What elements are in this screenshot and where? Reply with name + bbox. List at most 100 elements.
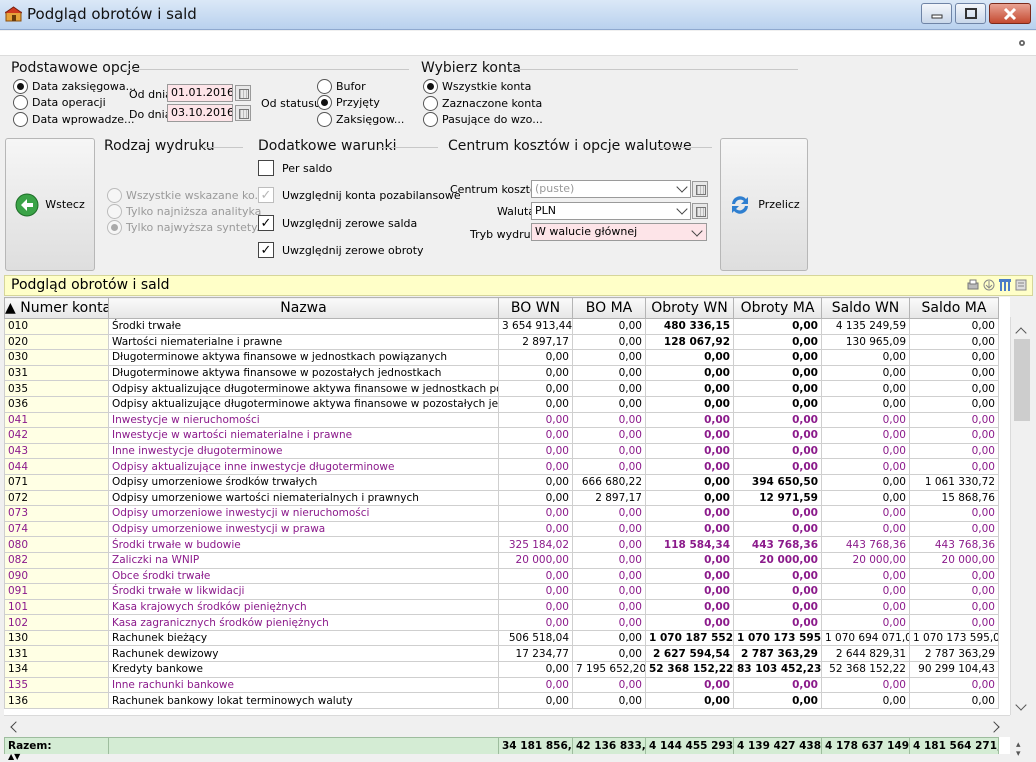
table-row[interactable]: 010 Środki trwałe 3 654 913,44 0,00 480 336,…: [4, 318, 999, 335]
print-all-radio[interactable]: Wszystkie wskazane ko...: [107, 188, 265, 203]
table-row[interactable]: 131 Rachunek dewizowy 17 234,77 0,00 2 627 5…: [4, 645, 999, 663]
table-row[interactable]: 030 Długoterminowe aktywa finansowe w jed…: [4, 349, 999, 366]
accounts-all-radio[interactable]: Wszystkie konta: [423, 79, 531, 94]
table-row[interactable]: 041 Inwestycje w nieruchomości 0,00 0,00 0,0…: [4, 411, 999, 429]
table-row[interactable]: 072 Odpisy umorzeniowe wartości niemateri…: [4, 489, 999, 507]
currency-picker-icon[interactable]: [692, 203, 708, 219]
table-row[interactable]: 090 Obce środki trwałe 0,00 0,00 0,00 0,00 0,0…: [4, 567, 999, 585]
table-row[interactable]: 031 Długoterminowe aktywa finansowe w poz…: [4, 364, 999, 382]
table-row[interactable]: 135 Inne rachunki bankowe 0,00 0,00 0,00 0,00…: [4, 676, 999, 694]
radio-dot: [13, 79, 28, 94]
table-row[interactable]: 102 Kasa zagranicznych środków pieniężnyc…: [4, 614, 999, 631]
scroll-left-icon[interactable]: [10, 721, 22, 733]
column-header-turnover-ma[interactable]: Obroty MA: [733, 297, 822, 319]
turnover-ma-cell: 0,00: [733, 395, 822, 413]
print-lowest-radio[interactable]: Tylko najniższa analityka: [107, 204, 261, 219]
table-row[interactable]: 074 Odpisy umorzeniowe inwestycji w prawa…: [4, 520, 999, 538]
print-mode-select[interactable]: W walucie głównej: [531, 223, 707, 241]
table-row[interactable]: 036 Odpisy aktualizujące długoterminowe a…: [4, 395, 999, 413]
cost-center-picker-icon[interactable]: [692, 181, 708, 197]
table-row[interactable]: 080 Środki trwałe w budowie 325 184,02 0,00…: [4, 536, 999, 553]
bo-ma-cell: 0,00: [572, 551, 646, 569]
date-type-operation-radio[interactable]: Data operacji: [13, 95, 106, 110]
table-row[interactable]: 035 Odpisy aktualizujące długoterminowe a…: [4, 380, 999, 397]
account-name-cell: Wartości niematerialne i prawne: [108, 333, 499, 351]
accounts-pattern-radio[interactable]: Pasujące do wzo...: [423, 112, 543, 127]
radio-dot: [317, 95, 332, 110]
status-posted-radio[interactable]: Zaksięgow...: [317, 112, 404, 127]
table-row[interactable]: 020 Wartości niematerialne i prawne 2 897,…: [4, 333, 999, 351]
table-row[interactable]: 044 Odpisy aktualizujące inne inwestycje …: [4, 458, 999, 475]
cost-center-select[interactable]: (puste): [531, 180, 691, 198]
scroll-right-icon[interactable]: [988, 721, 1000, 733]
scroll-down-icon[interactable]: [1015, 699, 1027, 711]
print-icon[interactable]: [966, 278, 980, 292]
zero-turnover-checkbox[interactable]: ✓ Uwzględnij zerowe obroty: [258, 242, 424, 258]
chevron-down-icon[interactable]: [690, 224, 706, 240]
bo-ma-cell: 0,00: [572, 364, 646, 382]
table-row[interactable]: 101 Kasa krajowych środków pieniężnych 0,0…: [4, 598, 999, 616]
table-row[interactable]: 042 Inwestycje w wartości niematerialne i…: [4, 427, 999, 444]
close-button[interactable]: [989, 3, 1031, 24]
settings-icon[interactable]: [1016, 38, 1028, 48]
account-name-cell: Długoterminowe aktywa finansowe w jednos…: [108, 349, 499, 366]
column-header-bo-wn[interactable]: BO WN: [498, 297, 573, 319]
minimize-button[interactable]: [921, 3, 952, 24]
column-header-bo-ma[interactable]: BO MA: [572, 297, 646, 319]
account-number-cell: 041: [4, 411, 109, 429]
column-header-account[interactable]: ▲ Numer konta: [4, 297, 109, 319]
scroll-up-icon[interactable]: [1015, 327, 1027, 339]
maximize-button[interactable]: [955, 3, 986, 24]
bo-wn-cell: 506 518,04: [498, 629, 573, 647]
off-balance-checkbox[interactable]: ✓ Uwzględnij konta pozabilansowe: [258, 187, 461, 203]
totals-turnover-ma: 4 139 427 438,56: [733, 737, 822, 754]
table-row[interactable]: 082 Zaliczki na WNIP 20 000,00 0,00 0,00 20 0…: [4, 551, 999, 569]
scroll-thumb[interactable]: [1014, 339, 1030, 421]
balance-wn-cell: 0,00: [821, 505, 910, 522]
from-date-input[interactable]: 01.01.2016: [167, 84, 233, 102]
column-header-balance-wn[interactable]: Saldo WN: [821, 297, 910, 319]
column-header-turnover-wn[interactable]: Obroty WN: [645, 297, 734, 319]
status-accepted-radio[interactable]: Przyjęty: [317, 95, 380, 110]
filter-icon[interactable]: [1014, 278, 1028, 292]
back-button[interactable]: Wstecz: [5, 138, 95, 271]
sort-arrows-icon[interactable]: ▲▼: [8, 753, 20, 761]
balance-ma-cell: 15 868,76: [909, 489, 999, 507]
horizontal-scrollbar[interactable]: [4, 715, 1010, 737]
zero-balances-label: Uwzględnij zerowe salda: [282, 216, 418, 230]
recalculate-button[interactable]: Przelicz: [720, 138, 808, 271]
chevron-down-icon[interactable]: [675, 202, 691, 218]
account-name-cell: Rachunek bieżący: [108, 629, 499, 647]
account-number-cell: 035: [4, 380, 109, 397]
table-row[interactable]: 073 Odpisy umorzeniowe inwestycji w nieru…: [4, 505, 999, 522]
currency-select[interactable]: PLN: [531, 202, 691, 220]
to-date-calendar-icon[interactable]: [235, 105, 251, 121]
table-row[interactable]: 043 Inne inwestycje długoterminowe 0,00 0,0…: [4, 442, 999, 460]
chevron-down-icon[interactable]: [675, 180, 691, 196]
per-saldo-checkbox[interactable]: Per saldo: [258, 160, 332, 176]
table-row[interactable]: 071 Odpisy umorzeniowe środków trwałych 0,…: [4, 473, 999, 491]
export-icon[interactable]: [982, 278, 996, 292]
date-type-posting-radio[interactable]: Data zaksięgowa...: [13, 79, 136, 94]
status-buffer-radio[interactable]: Bufor: [317, 79, 366, 94]
column-header-name[interactable]: Nazwa: [108, 297, 499, 319]
from-date-calendar-icon[interactable]: [235, 85, 251, 101]
to-date-input[interactable]: 03.10.2016: [167, 104, 233, 122]
table-row[interactable]: 130 Rachunek bieżący 506 518,04 0,00 1 070 1…: [4, 629, 999, 647]
date-type-entry-radio[interactable]: Data wprowadze...: [13, 112, 135, 127]
table-row[interactable]: 136 Rachunek bankowy lokat terminowych wa…: [4, 692, 999, 709]
print-highest-radio[interactable]: Tylko najwyższa syntety...: [107, 220, 267, 235]
table-row[interactable]: 091 Środki trwałe w likwidacji 0,00 0,00 0,0…: [4, 583, 999, 600]
totals-bo-wn: 34 181 856,53: [498, 737, 573, 754]
footer-spinner-icon[interactable]: ▴ ▾: [1016, 741, 1021, 759]
columns-icon[interactable]: [998, 278, 1012, 292]
balance-wn-cell: 0,00: [821, 614, 910, 631]
table-row[interactable]: 134 Kredyty bankowe 0,00 7 195 652,20 52 368…: [4, 661, 999, 678]
bo-ma-cell: 0,00: [572, 614, 646, 631]
zero-balances-checkbox[interactable]: ✓ Uwzględnij zerowe salda: [258, 215, 417, 231]
balance-wn-cell: 2 644 829,31: [821, 645, 910, 663]
vertical-scrollbar[interactable]: [1010, 317, 1033, 715]
accounts-selected-radio[interactable]: Zaznaczone konta: [423, 96, 542, 111]
balance-wn-cell: 0,00: [821, 442, 910, 460]
column-header-balance-ma[interactable]: Saldo MA: [909, 297, 999, 319]
